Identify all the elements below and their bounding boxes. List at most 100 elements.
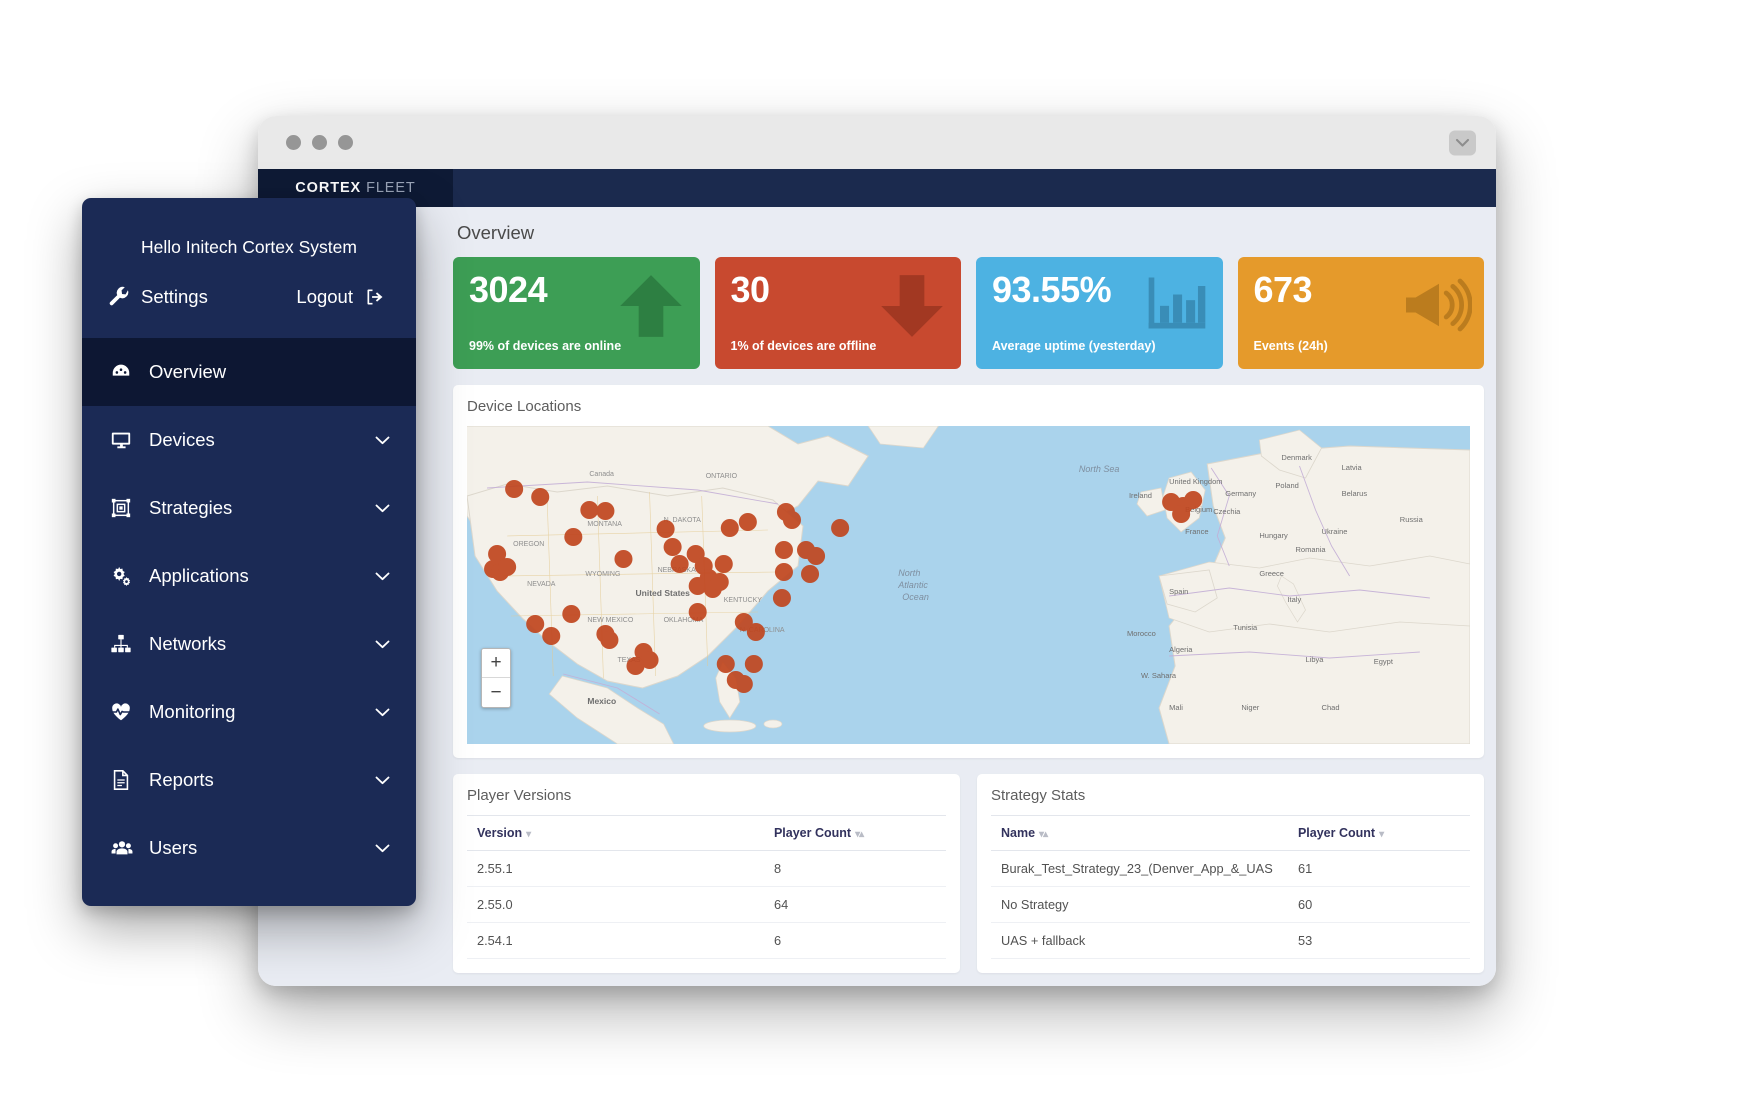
brand-secondary: FLEET (366, 180, 416, 196)
chevron-down-icon[interactable] (1449, 130, 1476, 155)
table-header-row: Name ▾▴ Player Count ▾ (991, 815, 1470, 851)
map-zoom-controls[interactable]: + − (481, 648, 511, 708)
stat-card-events[interactable]: 673 Events (24h) (1237, 257, 1484, 369)
stat-caption: Average uptime (yesterday) (992, 339, 1156, 353)
settings-button[interactable]: Settings (108, 286, 208, 308)
chevron-down-icon[interactable] (375, 844, 390, 853)
arrow-up-icon (614, 269, 688, 343)
window-titlebar (258, 116, 1496, 169)
heartbeat-icon (110, 701, 140, 723)
wrench-icon (108, 286, 130, 308)
settings-label: Settings (141, 286, 208, 307)
sidebar-item-label: Overview (149, 361, 227, 382)
sidebar-nav: Overview Devices Strategies Applications… (82, 338, 416, 882)
brand-primary: CORTEX (295, 180, 362, 196)
cell-player-count: 8 (763, 850, 946, 887)
sort-icon[interactable]: ▾▴ (1039, 829, 1048, 840)
chevron-down-icon[interactable] (375, 504, 390, 513)
stat-caption: 1% of devices are offline (730, 339, 877, 353)
table-row[interactable]: UAS + fallback 53 (991, 922, 1470, 959)
sort-icon[interactable]: ▾ (1379, 829, 1384, 840)
sidebar-item-label: Monitoring (149, 701, 236, 722)
sidebar-item-label: Devices (149, 429, 215, 450)
column-header-player-count[interactable]: Player Count ▾▴ (763, 815, 946, 851)
chevron-down-icon[interactable] (375, 776, 390, 785)
chevron-down-icon[interactable] (375, 436, 390, 445)
sidebar-item-monitoring[interactable]: Monitoring (82, 678, 416, 746)
column-label: Version (477, 826, 523, 840)
column-label: Player Count (1297, 826, 1376, 840)
cell-player-count: 64 (763, 886, 946, 923)
table-row[interactable]: Burak_Test_Strategy_23_(Denver_App_&_UAS… (991, 850, 1470, 887)
player-versions-table: Version ▾ Player Count ▾▴ 2.55.1 8 2.55.… (467, 815, 946, 959)
window-controls[interactable] (286, 135, 353, 150)
maximize-dot[interactable] (338, 135, 353, 150)
map-zoom-out-button[interactable]: − (482, 678, 510, 707)
monitor-icon (110, 429, 140, 451)
strategy-stats-table: Name ▾▴ Player Count ▾ Burak_Test_Strategy… (991, 815, 1470, 959)
sidebar: Hello Initech Cortex System Settings Log… (82, 198, 416, 906)
main-content: Overview 3024 99% of devices are online … (258, 207, 1496, 986)
logout-button[interactable]: Logout (296, 286, 386, 308)
table-row[interactable]: No Strategy 60 (991, 886, 1470, 923)
page-title: Overview (457, 222, 535, 243)
column-header-player-count[interactable]: Player Count ▾ (1287, 815, 1470, 851)
table-row[interactable]: 2.55.0 64 (467, 886, 946, 923)
device-map[interactable]: MONTANA N. DAKOTA OREGON NEVADA WYOMING … (467, 426, 1470, 744)
cell-player-count: 6 (763, 922, 946, 959)
map-zoom-in-button[interactable]: + (482, 649, 510, 678)
screenshot-root: CORTEX FLEET Overview 3024 99% of device… (0, 0, 1760, 1120)
column-header-version[interactable]: Version ▾ (467, 815, 764, 851)
column-label: Player Count (773, 826, 852, 840)
cell-strategy-name: No Strategy (991, 886, 1288, 923)
column-label: Name (1001, 826, 1036, 840)
arrow-down-icon (875, 269, 949, 343)
table-row[interactable]: 2.55.1 8 (467, 850, 946, 887)
stat-card-offline[interactable]: 30 1% of devices are offline (714, 257, 961, 369)
greeting-text: Hello Initech Cortex System (141, 237, 357, 257)
stat-card-uptime[interactable]: 93.55% Average uptime (yesterday) (976, 257, 1223, 369)
stat-cards: 3024 99% of devices are online 30 1% of … (453, 257, 1484, 369)
player-versions-title: Player Versions (467, 787, 572, 804)
sidebar-item-applications[interactable]: Applications (82, 542, 416, 610)
sidebar-item-overview[interactable]: Overview (82, 338, 416, 406)
cell-player-count: 60 (1287, 886, 1470, 923)
chevron-down-icon[interactable] (375, 708, 390, 717)
app-logo: CORTEX FLEET (295, 180, 415, 196)
sidebar-item-strategies[interactable]: Strategies (82, 474, 416, 542)
sidebar-item-label: Strategies (149, 497, 233, 518)
stat-caption: Events (24h) (1253, 339, 1328, 353)
column-header-name[interactable]: Name ▾▴ (991, 815, 1288, 851)
sort-icon[interactable]: ▾ (526, 829, 531, 840)
chevron-down-icon[interactable] (375, 640, 390, 649)
minimize-dot[interactable] (312, 135, 327, 150)
map-markers (484, 480, 1203, 693)
cell-player-count: 61 (1287, 850, 1470, 887)
stat-card-online[interactable]: 3024 99% of devices are online (453, 257, 700, 369)
sidebar-item-label: Reports (149, 769, 214, 790)
cell-player-count: 53 (1287, 922, 1470, 959)
table-row[interactable]: 2.54.1 6 (467, 922, 946, 959)
logout-label: Logout (296, 286, 353, 307)
browser-window: CORTEX FLEET Overview 3024 99% of device… (258, 116, 1496, 986)
cell-version: 2.54.1 (467, 922, 764, 959)
bottom-panels: Player Versions Version ▾ Player Count ▾▴ (453, 758, 1484, 973)
close-dot[interactable] (286, 135, 301, 150)
sidebar-item-reports[interactable]: Reports (82, 746, 416, 814)
users-icon (110, 837, 140, 859)
device-locations-panel: Device Locations MONTANA N. DAKOTA OREGO… (453, 385, 1484, 758)
app-navbar: CORTEX FLEET (258, 169, 1496, 207)
strategy-stats-panel: Strategy Stats Name ▾▴ Player Count ▾ Bu… (977, 774, 1484, 973)
sort-icon[interactable]: ▾▴ (855, 829, 864, 840)
cell-version: 2.55.1 (467, 850, 764, 887)
sidebar-item-label: Networks (149, 633, 227, 654)
sidebar-item-devices[interactable]: Devices (82, 406, 416, 474)
table-header-row: Version ▾ Player Count ▾▴ (467, 815, 946, 851)
chevron-down-icon[interactable] (375, 572, 390, 581)
cell-strategy-name: UAS + fallback (991, 922, 1288, 959)
gears-icon (110, 565, 140, 587)
stat-caption: 99% of devices are online (469, 339, 622, 353)
sidebar-item-users[interactable]: Users (82, 814, 416, 882)
cell-strategy-name: Burak_Test_Strategy_23_(Denver_App_&_UAS (991, 850, 1288, 887)
sidebar-item-networks[interactable]: Networks (82, 610, 416, 678)
